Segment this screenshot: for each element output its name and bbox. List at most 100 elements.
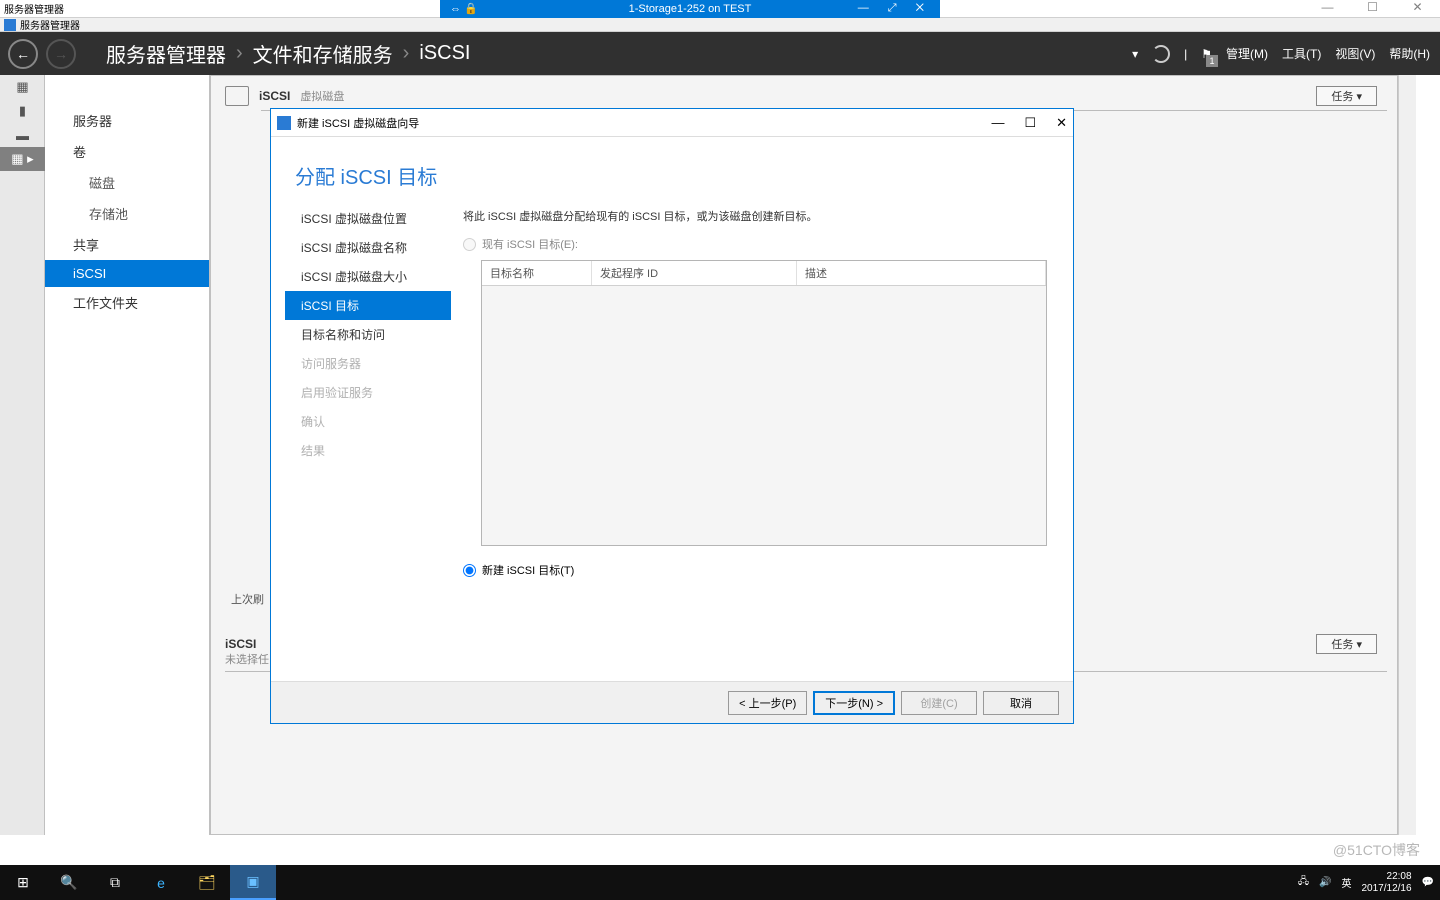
wizard-step-auth: 启用验证服务 [293, 378, 451, 407]
wizard-content: 将此 iSCSI 虚拟磁盘分配给现有的 iSCSI 目标，或为该磁盘创建新目标。… [451, 204, 1073, 724]
vm-connection-bar[interactable]: ⇔ 🔒 1-Storage1-252 on TEST — ⤢ ✕ [440, 0, 940, 18]
minimize-button[interactable]: — [1305, 0, 1350, 18]
sidebar-item-disks[interactable]: 磁盘 [45, 167, 209, 198]
section-icon [225, 86, 249, 106]
prev-button[interactable]: < 上一步(P) [728, 691, 807, 715]
close-button[interactable]: ✕ [1395, 0, 1440, 18]
icon-rail: ▦ ▮ ▬ ▦ ▸ [0, 75, 45, 835]
pin-lock-icon[interactable]: ⇔ 🔒 [450, 2, 478, 15]
taskbar[interactable]: ⊞ 🔍 ⧉ e 🗂 ▣ 🖧 🔊 英 22:08 2017/12/16 💬 [0, 865, 1440, 900]
sidebar: 服务器 卷 磁盘 存储池 共享 iSCSI 工作文件夹 [45, 75, 210, 835]
refresh-icon[interactable] [1152, 45, 1170, 63]
server-manager-header: ← → 服务器管理器 › 文件和存储服务 › iSCSI ▾ | ⚑1 管理(M… [0, 32, 1440, 75]
network-icon[interactable]: 🖧 [1298, 874, 1309, 891]
radio-existing-label: 现有 iSCSI 目标(E): [482, 236, 578, 252]
wizard-step-results: 结果 [293, 436, 451, 465]
existing-targets-table: 目标名称 发起程序 ID 描述 [481, 260, 1047, 546]
search-icon[interactable]: 🔍 [46, 865, 92, 900]
wizard-intro-text: 将此 iSCSI 虚拟磁盘分配给现有的 iSCSI 目标，或为该磁盘创建新目标。 [463, 208, 1047, 224]
rail-volumes-icon[interactable]: ▬ [0, 123, 45, 147]
wizard-step-target[interactable]: iSCSI 目标 [285, 291, 451, 320]
outer-window-titlebar: 服务器管理器 ⇔ 🔒 1-Storage1-252 on TEST — ⤢ ✕ … [0, 0, 1440, 18]
rail-file-storage-icon[interactable]: ▦ ▸ [0, 147, 45, 171]
radio-new-input[interactable] [463, 564, 476, 577]
wizard-step-name[interactable]: iSCSI 虚拟磁盘名称 [293, 233, 451, 262]
breadcrumb-iscsi[interactable]: iSCSI [419, 42, 470, 65]
sidebar-item-storage-pools[interactable]: 存储池 [45, 198, 209, 229]
start-button[interactable]: ⊞ [0, 865, 46, 900]
wizard-icon [277, 116, 291, 130]
wizard-minimize-button[interactable]: — [991, 115, 1004, 131]
chevron-right-icon: › [403, 42, 410, 65]
server-manager-taskbar-icon[interactable]: ▣ [230, 865, 276, 900]
section-title: iSCSI [259, 89, 290, 103]
chevron-right-icon: › [236, 42, 243, 65]
section-iscsi-vdisks: iSCSI 虚拟磁盘 任务 ▾ [221, 86, 1387, 106]
wizard-step-nav: iSCSI 虚拟磁盘位置 iSCSI 虚拟磁盘名称 iSCSI 虚拟磁盘大小 i… [271, 204, 451, 724]
radio-existing-target[interactable]: 现有 iSCSI 目标(E): [463, 230, 1047, 258]
task-view-icon[interactable]: ⧉ [92, 865, 138, 900]
radio-new-target[interactable]: 新建 iSCSI 目标(T) [463, 556, 1047, 584]
maximize-button[interactable]: ☐ [1350, 0, 1395, 18]
watermark: @51CTO博客 [1333, 840, 1420, 860]
menu-manage[interactable]: 管理(M) [1226, 45, 1268, 62]
radio-existing-input[interactable] [463, 238, 476, 251]
menu-help[interactable]: 帮助(H) [1389, 45, 1430, 62]
action-center-icon[interactable]: 💬 [1422, 877, 1434, 888]
vm-title: 1-Storage1-252 on TEST [629, 3, 752, 15]
col-description[interactable]: 描述 [797, 261, 1046, 285]
col-target-name[interactable]: 目标名称 [482, 261, 592, 285]
header-right-controls: ▾ | ⚑1 管理(M) 工具(T) 视图(V) 帮助(H) [1132, 45, 1430, 63]
scrollbar[interactable] [1398, 75, 1416, 835]
wizard-maximize-button[interactable]: ☐ [1024, 115, 1036, 131]
server-manager-titlebar: 服务器管理器 [0, 18, 1440, 32]
forward-button: → [46, 39, 76, 69]
breadcrumb-file-storage[interactable]: 文件和存储服务 [253, 39, 393, 68]
next-button[interactable]: 下一步(N) > [813, 691, 895, 715]
notifications-flag-icon[interactable]: ⚑1 [1201, 47, 1212, 61]
wizard-step-target-name[interactable]: 目标名称和访问 [293, 320, 451, 349]
menu-view[interactable]: 视图(V) [1335, 45, 1375, 62]
outer-window-title: 服务器管理器 [4, 1, 64, 16]
table-header: 目标名称 发起程序 ID 描述 [482, 261, 1046, 286]
back-button[interactable]: ← [8, 39, 38, 69]
sidebar-item-servers[interactable]: 服务器 [45, 105, 209, 136]
ime-indicator[interactable]: 英 [1341, 875, 1351, 890]
sidebar-item-shares[interactable]: 共享 [45, 229, 209, 260]
sidebar-item-volumes[interactable]: 卷 [45, 136, 209, 167]
wizard-titlebar[interactable]: 新建 iSCSI 虚拟磁盘向导 — ☐ ✕ [271, 109, 1073, 137]
ie-icon[interactable]: e [138, 865, 184, 900]
new-iscsi-vdisk-wizard: 新建 iSCSI 虚拟磁盘向导 — ☐ ✕ 分配 iSCSI 目标 iSCSI … [270, 108, 1074, 724]
dropdown-caret-icon[interactable]: ▾ [1132, 47, 1138, 61]
col-initiator-id[interactable]: 发起程序 ID [592, 261, 797, 285]
server-manager-icon [4, 19, 16, 31]
sidebar-item-work-folders[interactable]: 工作文件夹 [45, 287, 209, 318]
system-tray[interactable]: 🖧 🔊 英 22:08 2017/12/16 💬 [1298, 871, 1434, 895]
outer-window-controls: — ☐ ✕ [1305, 0, 1440, 18]
clock[interactable]: 22:08 2017/12/16 [1361, 871, 1411, 895]
tasks-dropdown[interactable]: 任务 ▾ [1316, 86, 1377, 106]
create-button: 创建(C) [901, 691, 977, 715]
rail-servers-icon[interactable]: ▮ [0, 99, 45, 123]
sidebar-item-iscsi[interactable]: iSCSI [45, 260, 209, 287]
wizard-step-location[interactable]: iSCSI 虚拟磁盘位置 [293, 204, 451, 233]
section-subtitle: 虚拟磁盘 [300, 88, 344, 104]
wizard-step-access-servers: 访问服务器 [293, 349, 451, 378]
vm-window-controls[interactable]: — ⤢ ✕ [858, 2, 932, 15]
tasks-dropdown-2[interactable]: 任务 ▾ [1316, 634, 1377, 654]
rail-dashboard-icon[interactable]: ▦ [0, 75, 45, 99]
cancel-button[interactable]: 取消 [983, 691, 1059, 715]
wizard-footer: < 上一步(P) 下一步(N) > 创建(C) 取消 [271, 681, 1073, 723]
explorer-icon[interactable]: 🗂 [184, 865, 230, 900]
section2-title: iSCSI [225, 637, 256, 651]
server-manager-title: 服务器管理器 [20, 17, 80, 32]
separator: | [1184, 47, 1187, 61]
menu-tools[interactable]: 工具(T) [1282, 45, 1321, 62]
breadcrumb-root[interactable]: 服务器管理器 [106, 39, 226, 68]
wizard-close-button[interactable]: ✕ [1056, 115, 1067, 131]
clock-date: 2017/12/16 [1361, 883, 1411, 895]
wizard-step-confirm: 确认 [293, 407, 451, 436]
volume-icon[interactable]: 🔊 [1319, 877, 1331, 888]
wizard-step-size[interactable]: iSCSI 虚拟磁盘大小 [293, 262, 451, 291]
wizard-title: 新建 iSCSI 虚拟磁盘向导 [297, 115, 419, 131]
